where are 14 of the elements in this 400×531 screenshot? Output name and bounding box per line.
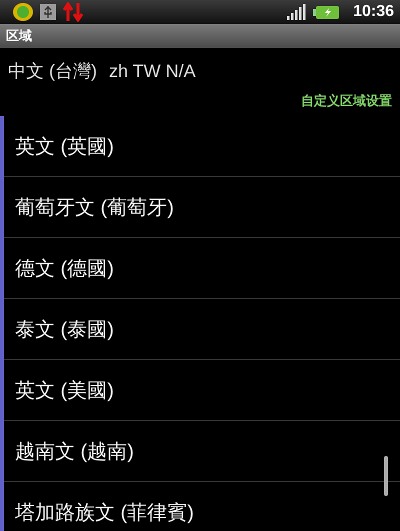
locale-list-item[interactable]: 德文 (德國) xyxy=(4,238,400,299)
window-title: 区域 xyxy=(6,28,32,45)
battery-icon xyxy=(313,6,340,18)
locale-list-item[interactable]: 英文 (英國) xyxy=(4,116,400,177)
transfer-arrows-icon xyxy=(62,2,84,22)
locale-name: 中文 (台灣) xyxy=(8,60,97,83)
locale-code: zh TW N/A xyxy=(109,60,196,82)
scrollbar xyxy=(384,456,388,496)
locale-list-item[interactable]: 英文 (美國) xyxy=(4,360,400,421)
custom-locale-link[interactable]: 自定义区域设置 xyxy=(301,92,392,112)
signal-icon xyxy=(287,4,308,20)
locale-list-item[interactable]: 泰文 (泰國) xyxy=(4,299,400,360)
locale-list-item[interactable]: 葡萄牙文 (葡萄牙) xyxy=(4,177,400,238)
clock-time: 10:36 xyxy=(353,3,394,21)
